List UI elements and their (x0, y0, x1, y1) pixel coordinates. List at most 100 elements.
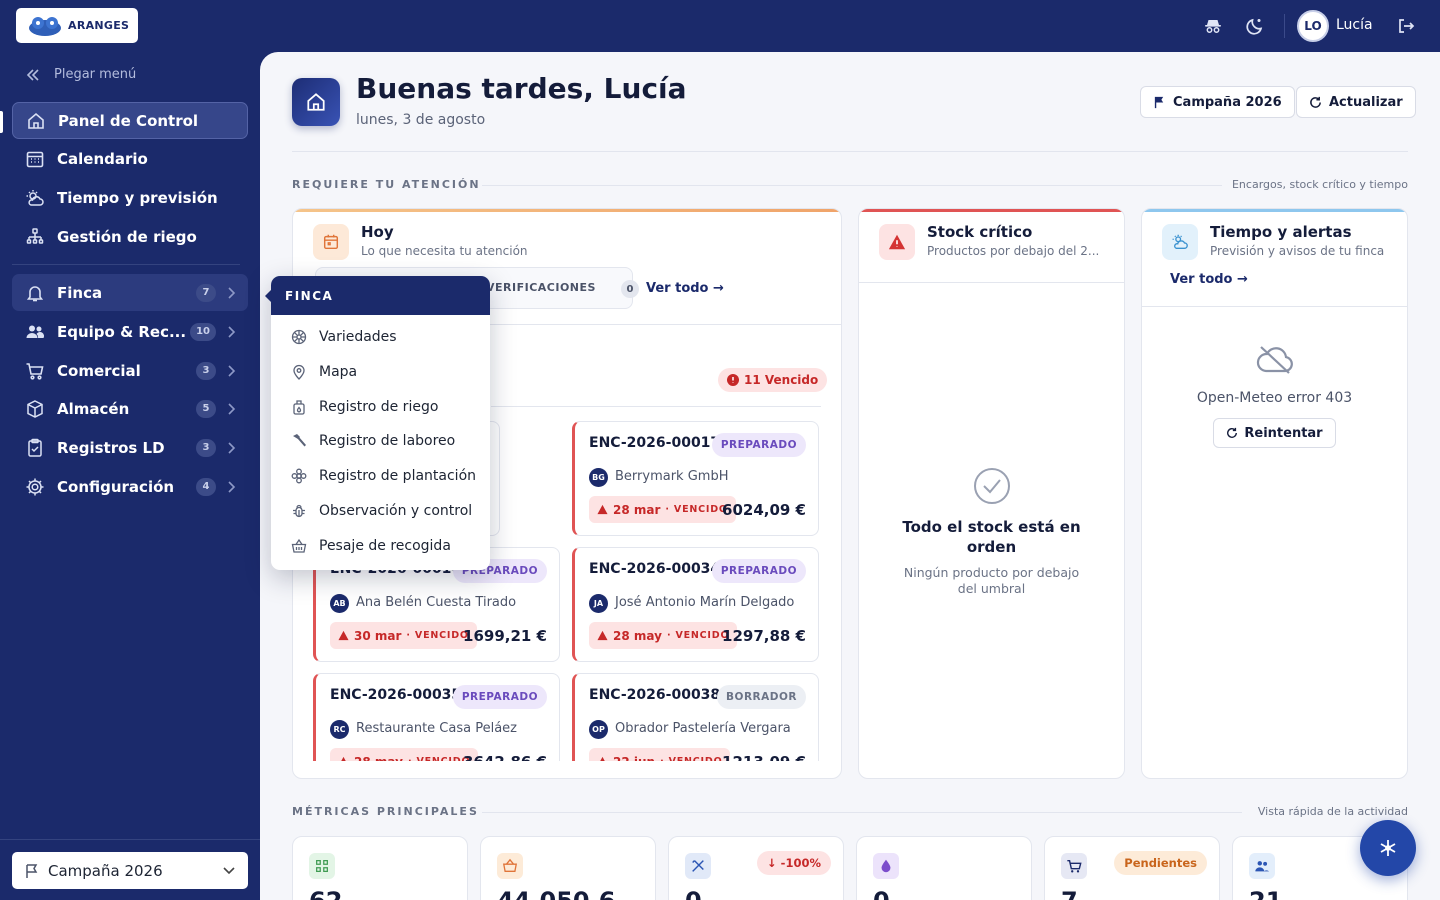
sidebar-item-badge: 4 (196, 477, 216, 496)
sidebar-item-riego[interactable]: Gestión de riego (12, 218, 248, 255)
finca-submenu-title: FINCA (271, 276, 490, 315)
sidebar-item-finca[interactable]: Finca 7 (12, 274, 248, 311)
refresh-button[interactable]: Actualizar (1296, 86, 1416, 118)
metric-card[interactable]: 44.050,6 (480, 836, 656, 900)
submenu-item-label: Observación y control (319, 503, 473, 519)
logout-icon[interactable] (1396, 16, 1416, 36)
sidebar-item-registros-ld[interactable]: Registros LD 3 (12, 429, 248, 466)
warning-icon (597, 504, 608, 515)
sidebar-item-badge: 10 (190, 322, 216, 341)
sidebar-item-label: Almacén (57, 399, 130, 418)
user-avatar[interactable]: LO (1297, 10, 1329, 42)
topbar-divider (1284, 14, 1285, 38)
weather-icon (26, 189, 44, 206)
submenu-item-registro-plantacion[interactable]: Registro de plantación (291, 468, 476, 484)
irrigation-icon (26, 227, 44, 244)
order-card[interactable]: ENC-2026-00035 PREPARADO RC Restaurante Cas… (313, 673, 560, 761)
card-accent (293, 209, 841, 212)
order-due-date: 30 mar (354, 628, 402, 643)
chevron-right-icon (228, 325, 236, 338)
sidebar-item-badge: 3 (196, 361, 216, 380)
clipboard-icon (28, 438, 42, 457)
order-client: Obrador Pastelería Vergara (615, 721, 791, 736)
sidebar-divider (12, 264, 240, 265)
metric-card[interactable]: 62 (292, 836, 468, 900)
sidebar-item-badge: 3 (196, 438, 216, 457)
chevron-right-icon (228, 441, 236, 454)
warning-icon (338, 630, 349, 641)
metric-value: 21 (1249, 887, 1282, 900)
chevron-right-icon (228, 364, 236, 377)
order-due-badge: 28 may · VENCIDO (589, 622, 738, 649)
submenu-item-label: Registro de plantación (319, 468, 477, 484)
user-name[interactable]: Lucía (1336, 17, 1373, 33)
attention-section-title: REQUIERE TU ATENCIÓN (292, 178, 481, 191)
stock-ok-state: Todo el stock está en orden Ningún produ… (859, 467, 1124, 597)
submenu-item-pesaje-recogida[interactable]: Pesaje de recogida (291, 538, 451, 554)
metric-card[interactable]: ↓ -100% 0 (668, 836, 844, 900)
check-circle-icon (973, 468, 1010, 504)
metric-value: 44.050,6 (497, 887, 615, 900)
sidebar-item-calendario[interactable]: Calendario (12, 140, 248, 177)
order-card[interactable]: ENC-2026-00034 PREPARADO JA José Antonio Ma… (572, 547, 819, 662)
sidebar-item-badge: 7 (196, 283, 216, 302)
today-see-all-link[interactable]: Ver todo → (646, 281, 724, 296)
sidebar-item-almacen[interactable]: Almacén 5 (12, 390, 248, 427)
campaign-select[interactable]: Campaña 2026 (12, 852, 248, 889)
collapse-menu-button[interactable]: Plegar menú (26, 67, 136, 82)
incognito-icon[interactable] (1203, 16, 1223, 36)
refresh-icon (1227, 427, 1238, 438)
weather-see-all-link[interactable]: Ver todo → (1170, 272, 1248, 287)
weather-error-text: Open-Meteo error 403 (1196, 390, 1353, 406)
refresh-button-label: Actualizar (1329, 94, 1403, 110)
tab-count-badge: 0 (621, 280, 639, 298)
top-bar: ARANGES LO Lucía (0, 0, 1440, 52)
header-divider (292, 151, 1408, 152)
order-due-date: 28 may (354, 755, 403, 762)
alert-circle-icon (727, 374, 739, 386)
submenu-item-variedades[interactable]: Variedades (291, 329, 397, 345)
sidebar-item-panel-de-control[interactable]: Panel de Control (12, 102, 248, 139)
assistant-fab[interactable] (1360, 820, 1416, 876)
parcels-icon (309, 853, 335, 879)
order-amount: 3642,86 € (463, 753, 547, 761)
chevron-right-icon (228, 402, 236, 415)
basket-icon (497, 853, 523, 879)
submenu-item-registro-laboreo[interactable]: Registro de laboreo (291, 433, 455, 449)
gear-icon (26, 478, 44, 495)
bell-icon (26, 285, 44, 301)
submenu-item-registro-riego[interactable]: Registro de riego (291, 399, 438, 415)
order-status-badge: PREPARADO (711, 433, 806, 457)
sidebar-item-tiempo[interactable]: Tiempo y previsión (12, 179, 248, 216)
hammer-icon (293, 434, 306, 447)
sidebar-item-configuracion[interactable]: Configuración 4 (12, 468, 248, 505)
drop-icon (873, 853, 899, 879)
sidebar-item-equipo[interactable]: Equipo & Rec... 10 (12, 313, 248, 350)
order-card[interactable]: ENC-2026-00038 BORRADOR OP Obrador Pasteler… (572, 673, 819, 761)
order-due-badge: 22 jun · VENCIDO (589, 748, 731, 761)
retry-button[interactable]: Reintentar (1213, 418, 1336, 448)
metric-value: 7 (1061, 887, 1078, 900)
tools-icon (685, 853, 711, 879)
campaign-button-label: Campaña 2026 (1173, 94, 1282, 110)
order-card[interactable]: ENC-2026-00017 PREPARADO BG Berrymark GmbH 2… (572, 421, 819, 536)
campaign-select-value: Campaña 2026 (48, 861, 163, 880)
dark-mode-icon[interactable] (1245, 16, 1265, 36)
campaign-button[interactable]: Campaña 2026 (1140, 86, 1295, 118)
attention-section-subtitle: Encargos, stock crítico y tiempo (1231, 178, 1408, 191)
sidebar-item-comercial[interactable]: Comercial 3 (12, 352, 248, 389)
metric-card[interactable]: 0 (856, 836, 1032, 900)
submenu-item-mapa[interactable]: Mapa (291, 364, 357, 380)
weather-icon (1162, 224, 1198, 260)
order-due-badge: 30 mar · VENCIDO (330, 622, 477, 649)
section-divider (482, 812, 1242, 813)
submenu-item-label: Mapa (319, 364, 358, 380)
tab-verificaciones[interactable]: VERIFICACIONES (486, 281, 596, 294)
card-divider (859, 282, 1124, 283)
order-code: ENC-2026-00038 (589, 687, 721, 703)
submenu-item-observacion-control[interactable]: Observación y control (291, 503, 472, 519)
weather-error-state: Open-Meteo error 403 Reintentar (1142, 344, 1407, 448)
client-avatar: BG (589, 468, 608, 487)
metric-card[interactable]: Pendientes 7 (1044, 836, 1220, 900)
brand-logo[interactable]: ARANGES (16, 8, 138, 43)
